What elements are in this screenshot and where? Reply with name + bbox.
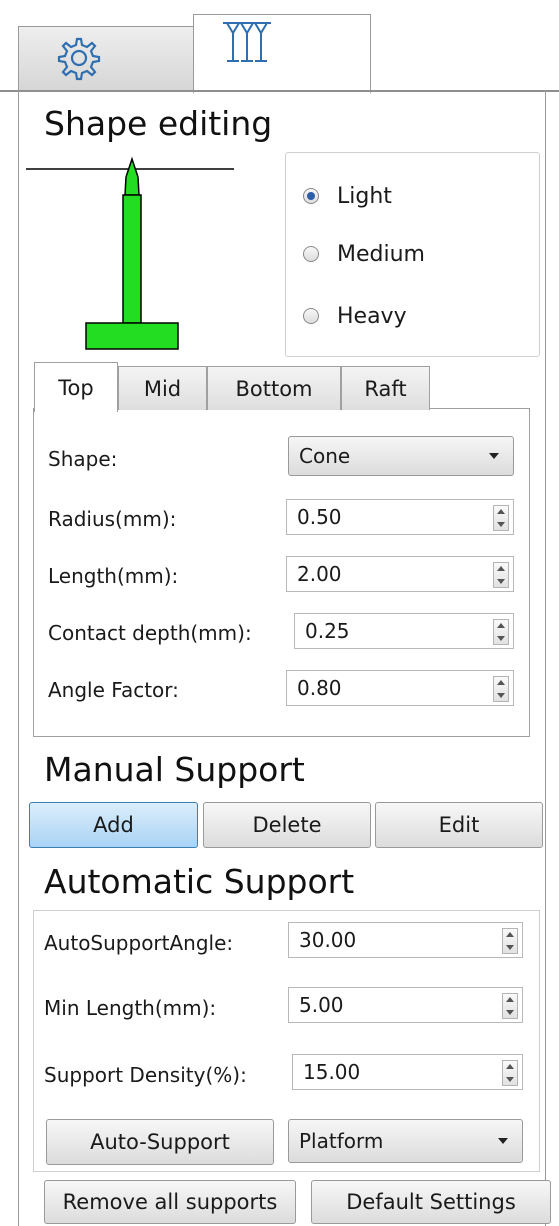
subtab-bottom[interactable]: Bottom	[207, 366, 341, 410]
support-density-spinner[interactable]	[502, 1060, 518, 1086]
delete-button[interactable]: Delete	[203, 802, 371, 848]
length-spinner[interactable]	[493, 562, 509, 588]
radius-spinner[interactable]	[493, 505, 509, 531]
angle-factor-label: Angle Factor:	[48, 678, 179, 702]
subtab-raft[interactable]: Raft	[341, 366, 430, 410]
shape-select[interactable]: Cone	[288, 436, 514, 476]
auto-angle-spinner[interactable]	[502, 928, 518, 954]
radius-label: Radius(mm):	[48, 507, 177, 531]
support-density-input[interactable]: 15.00	[292, 1054, 523, 1090]
radio-heavy-indicator[interactable]	[303, 308, 319, 324]
radius-input[interactable]: 0.50	[286, 499, 514, 535]
auto-support-button[interactable]: Auto-Support	[46, 1119, 274, 1165]
radio-heavy-label: Heavy	[337, 303, 407, 329]
contact-depth-label: Contact depth(mm):	[48, 621, 252, 645]
chevron-down-icon	[489, 453, 499, 459]
auto-angle-value: 30.00	[299, 928, 357, 952]
min-length-value: 5.00	[299, 993, 344, 1017]
chevron-down-icon	[498, 1138, 508, 1144]
radio-light-indicator[interactable]	[303, 188, 319, 204]
gear-icon	[57, 37, 101, 81]
min-length-spinner[interactable]	[502, 993, 518, 1019]
radio-medium-label: Medium	[337, 241, 425, 267]
edit-button[interactable]: Edit	[375, 802, 543, 848]
support-pillars-icon	[223, 22, 271, 62]
auto-angle-input[interactable]: 30.00	[288, 922, 523, 958]
radio-light-label: Light	[337, 183, 392, 209]
subtab-top[interactable]: Top	[34, 362, 118, 412]
tab-settings[interactable]	[18, 26, 196, 91]
default-settings-button[interactable]: Default Settings	[311, 1180, 551, 1224]
length-input[interactable]: 2.00	[286, 556, 514, 592]
min-length-input[interactable]: 5.00	[288, 987, 523, 1023]
contact-depth-value: 0.25	[305, 619, 350, 643]
angle-factor-input[interactable]: 0.80	[286, 670, 514, 706]
subtab-mid[interactable]: Mid	[118, 366, 207, 410]
shape-label: Shape:	[48, 447, 118, 471]
radio-medium-indicator[interactable]	[303, 246, 319, 262]
auto-support-target-value: Platform	[299, 1129, 384, 1153]
length-value: 2.00	[297, 562, 342, 586]
auto-angle-label: AutoSupportAngle:	[44, 931, 234, 955]
angle-factor-value: 0.80	[297, 676, 342, 700]
support-density-label: Support Density(%):	[44, 1063, 247, 1087]
remove-all-supports-button[interactable]: Remove all supports	[44, 1180, 296, 1224]
support-density-value: 15.00	[303, 1060, 361, 1084]
radio-light[interactable]: Light	[303, 176, 392, 216]
contact-depth-input[interactable]: 0.25	[294, 613, 514, 649]
automatic-support-heading: Automatic Support	[44, 862, 355, 901]
length-label: Length(mm):	[48, 564, 179, 588]
radio-heavy[interactable]: Heavy	[303, 296, 407, 336]
manual-support-heading: Manual Support	[44, 750, 305, 789]
auto-support-target-select[interactable]: Platform	[288, 1119, 523, 1163]
min-length-label: Min Length(mm):	[44, 996, 217, 1020]
shape-editing-heading: Shape editing	[44, 104, 273, 143]
radius-value: 0.50	[297, 505, 342, 529]
radio-medium[interactable]: Medium	[303, 234, 425, 274]
angle-factor-spinner[interactable]	[493, 676, 509, 702]
shape-select-value: Cone	[299, 444, 351, 468]
tab-supports[interactable]	[193, 14, 371, 94]
support-shape-preview	[26, 156, 234, 350]
contact-depth-spinner[interactable]	[493, 619, 509, 645]
add-button[interactable]: Add	[29, 802, 198, 848]
